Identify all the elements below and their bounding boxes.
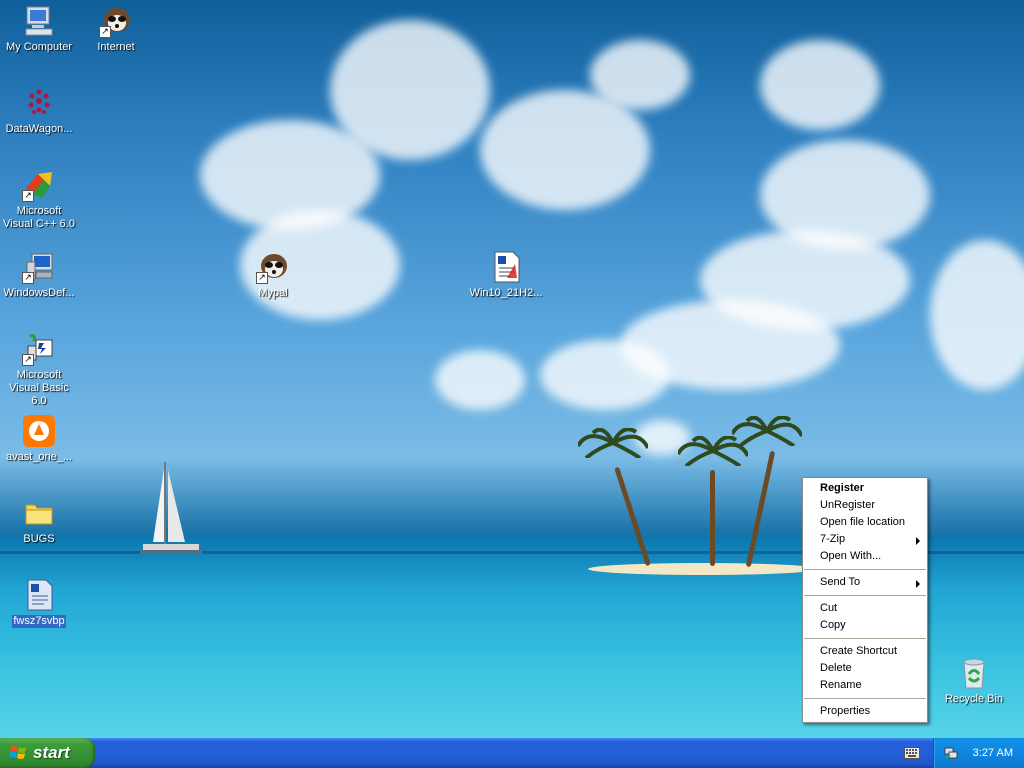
menu-item-create-shortcut[interactable]: Create Shortcut [803, 643, 927, 660]
avast-icon [22, 414, 56, 448]
desktop-icon-mypal[interactable]: ↗ Mypal [234, 250, 312, 300]
menu-item-label: Cut [820, 602, 838, 614]
submenu-arrow-icon [916, 580, 920, 588]
taskbar: start 3:27 AM [0, 738, 1024, 768]
menu-item-properties[interactable]: Properties [803, 703, 927, 720]
desktop-icon-bugs-folder[interactable]: BUGS [0, 496, 78, 546]
menu-separator [804, 698, 926, 699]
menu-item-label: 7-Zip [820, 533, 846, 545]
palm-trunk [745, 450, 776, 568]
menu-item-label: Delete [820, 662, 852, 674]
internet-icon: ↗ [99, 4, 133, 38]
menu-item-send-to[interactable]: Send To [803, 574, 927, 591]
palm-fronds [578, 428, 648, 458]
menu-item-7zip[interactable]: 7-Zip [803, 531, 927, 548]
menu-item-cut[interactable]: Cut [803, 600, 927, 617]
icon-label: Microsoft Visual C++ 6.0 [3, 205, 75, 230]
datawagon-icon [22, 86, 56, 120]
windows-flag-icon [10, 746, 26, 759]
icon-label: avast_one_... [5, 451, 73, 463]
mypal-icon: ↗ [256, 250, 290, 284]
menu-item-label: Copy [820, 619, 846, 631]
menu-item-label: Open file location [820, 516, 905, 528]
menu-item-unregister[interactable]: UnRegister [803, 497, 927, 514]
clock[interactable]: 3:27 AM [973, 738, 1013, 768]
recycle-bin-icon [957, 656, 991, 690]
icon-label: BUGS [23, 533, 55, 545]
start-button[interactable]: start [0, 738, 95, 768]
icon-label: DataWagon... [5, 123, 73, 135]
icon-label: Recycle Bin [944, 693, 1004, 705]
system-tray: 3:27 AM [933, 738, 1024, 768]
menu-item-label: Open With... [820, 550, 882, 562]
desktop-icon-datawagon[interactable]: DataWagon... [0, 86, 78, 136]
shortcut-arrow-icon: ↗ [99, 26, 111, 38]
shortcut-arrow-icon: ↗ [22, 190, 34, 202]
desktop-icon-internet[interactable]: ↗ Internet [77, 4, 155, 54]
menu-item-label: Send To [820, 576, 861, 588]
menu-item-label: Properties [820, 705, 871, 717]
island [588, 563, 818, 575]
desktop-icon-win10-doc[interactable]: Win10_21H2... [467, 250, 545, 300]
shortcut-arrow-icon: ↗ [22, 354, 34, 366]
submenu-arrow-icon [916, 537, 920, 545]
context-menu: Register UnRegister Open file location 7… [802, 477, 928, 723]
menu-item-rename[interactable]: Rename [803, 677, 927, 694]
desktop-icon-visual-basic[interactable]: ↗ Microsoft Visual Basic 6.0 [0, 332, 78, 408]
menu-item-delete[interactable]: Delete [803, 660, 927, 677]
menu-separator [804, 569, 926, 570]
my-computer-icon [22, 4, 56, 38]
network-tray-icon[interactable] [944, 746, 958, 760]
cloud [435, 350, 525, 410]
menu-item-label: UnRegister [820, 499, 876, 511]
menu-item-label: Rename [820, 679, 862, 691]
shortcut-arrow-icon: ↗ [22, 272, 34, 284]
start-label: start [33, 743, 70, 762]
desktop-icon-avast[interactable]: avast_one_... [0, 414, 78, 464]
keyboard-icon[interactable] [904, 747, 920, 759]
cloud [930, 240, 1024, 390]
win10-doc-icon [489, 250, 523, 284]
desktop-icon-my-computer[interactable]: My Computer [0, 4, 78, 54]
menu-item-register[interactable]: Register [803, 480, 927, 497]
icon-label: Win10_21H2... [469, 287, 543, 299]
menu-separator [804, 595, 926, 596]
menu-separator [804, 638, 926, 639]
windows-defender-icon: ↗ [22, 250, 56, 284]
icon-label: WindowsDef... [3, 287, 75, 299]
desktop-icon-fwsz-doc[interactable]: fwsz7svbp [0, 578, 78, 628]
menu-item-label: Register [820, 482, 865, 494]
menu-item-open-file-location[interactable]: Open file location [803, 514, 927, 531]
icon-label: My Computer [5, 41, 73, 53]
desktop-icon-recycle-bin[interactable]: Recycle Bin [935, 656, 1013, 706]
icon-label: Mypal [258, 287, 288, 299]
palm-trunk [710, 470, 715, 566]
visual-cpp-icon: ↗ [22, 168, 56, 202]
desktop-icon-windows-defender[interactable]: ↗ WindowsDef... [0, 250, 78, 300]
visual-basic-icon: ↗ [22, 332, 56, 366]
icon-label: Microsoft Visual Basic 6.0 [9, 369, 69, 407]
desktop-icon-visual-cpp[interactable]: ↗ Microsoft Visual C++ 6.0 [0, 168, 78, 231]
bugs-folder-icon [22, 496, 56, 530]
menu-item-copy[interactable]: Copy [803, 617, 927, 634]
palm-fronds [732, 416, 802, 446]
menu-item-open-with[interactable]: Open With... [803, 548, 927, 565]
fwsz-doc-icon [22, 578, 56, 612]
shortcut-arrow-icon: ↗ [256, 272, 268, 284]
cloud [330, 20, 490, 160]
icon-label: Internet [97, 41, 135, 53]
menu-item-label: Create Shortcut [820, 645, 898, 657]
cloud [760, 40, 880, 130]
cloud [590, 40, 690, 110]
sailboat [140, 462, 202, 554]
cloud [540, 340, 670, 410]
icon-label: fwsz7svbp [12, 615, 66, 628]
desktop[interactable]: My Computer ↗ Internet DataWagon... ↗ Mi… [0, 0, 1024, 738]
